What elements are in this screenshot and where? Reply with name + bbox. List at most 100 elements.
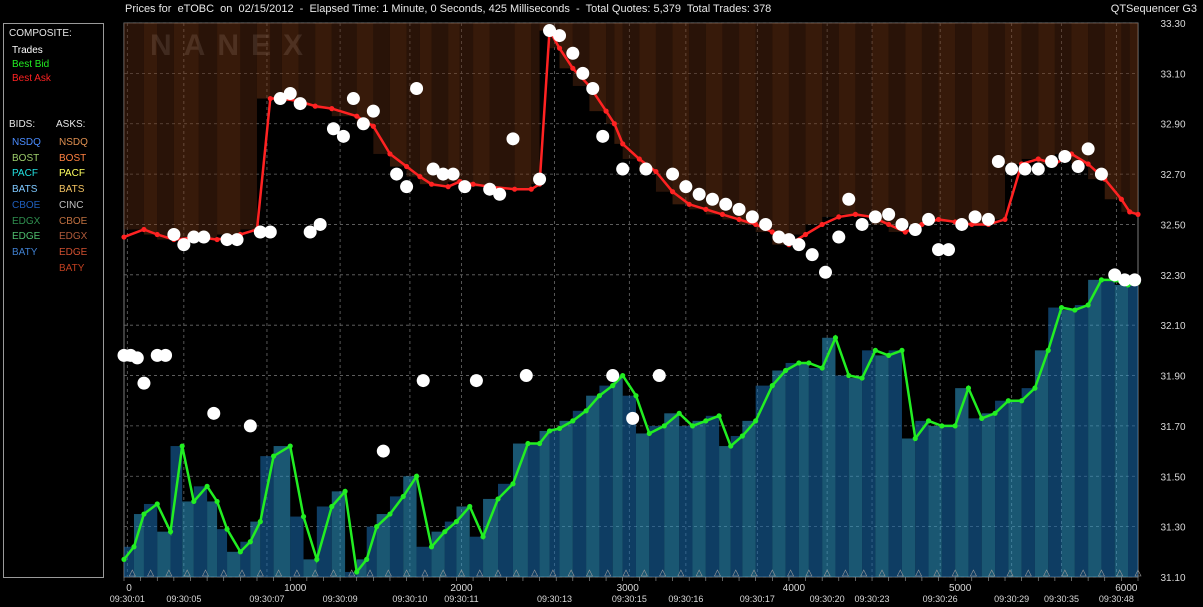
ask-depth-bar [389, 23, 407, 167]
bid-depth-bar [469, 536, 484, 577]
series-point [859, 375, 865, 381]
series-point [1085, 302, 1091, 308]
trade-point [1045, 155, 1059, 168]
series-point [939, 423, 945, 429]
ask-depth-bar [988, 23, 1006, 220]
trade-point [553, 29, 567, 43]
series-point [796, 360, 802, 366]
price-chart: NANEX31.1031.3031.5031.7031.9032.1032.30… [110, 19, 1186, 604]
y-tick-label: 33.30 [1160, 19, 1185, 30]
bid-depth-bar [635, 433, 650, 577]
series-point [1045, 347, 1051, 353]
ask-depth-bar [606, 23, 615, 124]
trade-point [493, 187, 507, 201]
ask-depth-bar [905, 23, 922, 225]
series-point [1019, 398, 1025, 404]
trade-point [336, 129, 350, 143]
trade-point [586, 81, 600, 95]
series-point [611, 121, 617, 127]
trade-point [596, 129, 610, 143]
y-tick-label: 32.50 [1160, 220, 1185, 231]
trade-point [159, 348, 173, 362]
series-point [1002, 216, 1008, 223]
series-point [141, 511, 147, 517]
bid-depth-bar [981, 413, 996, 577]
bid-depth-bar [664, 413, 680, 577]
bid-depth-bar [888, 350, 902, 577]
ask-depth-bar [143, 23, 158, 235]
series-point [121, 234, 127, 240]
ask-depth-bar [473, 23, 490, 187]
trade-point [732, 202, 746, 216]
time-label: 09:30:10 [392, 594, 427, 604]
series-point [819, 365, 825, 371]
series-point [141, 226, 147, 233]
ask-depth-bar [1021, 23, 1039, 159]
bid-depth-bar [835, 375, 849, 577]
series-point [886, 221, 892, 228]
series-point [603, 108, 609, 114]
series-point [413, 473, 420, 479]
bid-depth-bar [559, 420, 573, 577]
trade-point [745, 210, 759, 224]
trade-point [705, 192, 719, 206]
series-point [370, 123, 376, 129]
ask-depth-bar [772, 23, 789, 245]
time-label: 09:30:15 [612, 594, 647, 604]
series-point [646, 430, 652, 437]
trade-point [293, 97, 307, 111]
trade-point [759, 217, 773, 231]
bid-depth-bar [456, 506, 470, 577]
ask-depth-bar [888, 23, 906, 233]
bid-depth-bar [901, 438, 916, 577]
series-point [400, 493, 406, 500]
trade-point [616, 162, 630, 176]
series-point [546, 428, 553, 434]
series-point [247, 539, 253, 545]
trade-point [313, 217, 327, 231]
ask-depth-bar [822, 23, 839, 217]
series-point [387, 151, 393, 157]
trade-point [719, 197, 733, 211]
series-point [512, 186, 518, 192]
bid-depth-bar [772, 370, 786, 577]
ask-depth-bar [622, 23, 640, 159]
trade-point [458, 180, 472, 194]
series-point [753, 418, 759, 424]
series-point [886, 352, 892, 358]
time-label: 09:30:26 [923, 594, 958, 604]
trade-point [639, 162, 653, 176]
bid-depth-bar [848, 378, 863, 577]
time-label: 09:30:11 [444, 594, 478, 604]
time-label: 09:30:17 [740, 594, 775, 604]
ask-depth-bar [531, 23, 540, 185]
x-tick-label: 5000 [949, 583, 972, 594]
series-point [167, 529, 174, 535]
series-point [510, 481, 516, 487]
series-point [669, 189, 676, 195]
ask-depth-bar [270, 23, 282, 99]
trade-point [1094, 167, 1108, 181]
trade-point [692, 187, 706, 201]
y-tick-label: 31.50 [1160, 472, 1185, 483]
x-tick-label: 2000 [450, 583, 473, 594]
series-point [354, 113, 360, 119]
trade-point [991, 155, 1005, 168]
bid-depth-bar [586, 395, 600, 577]
bid-depth-bar [1074, 305, 1089, 577]
trade-point [832, 230, 846, 244]
trade-point [137, 376, 151, 390]
trade-point [908, 222, 922, 236]
series-point [570, 418, 576, 424]
series-point [442, 529, 448, 535]
time-label: 09:30:07 [249, 594, 284, 604]
y-tick-label: 31.10 [1160, 573, 1185, 584]
series-point [583, 408, 589, 414]
series-point [802, 231, 809, 238]
ask-depth-bar [1088, 23, 1105, 180]
series-point [703, 206, 709, 212]
series-point [610, 383, 616, 389]
ask-depth-bar [805, 23, 823, 225]
bid-depth-bar [692, 420, 706, 577]
bid-depth-bar [798, 362, 809, 577]
